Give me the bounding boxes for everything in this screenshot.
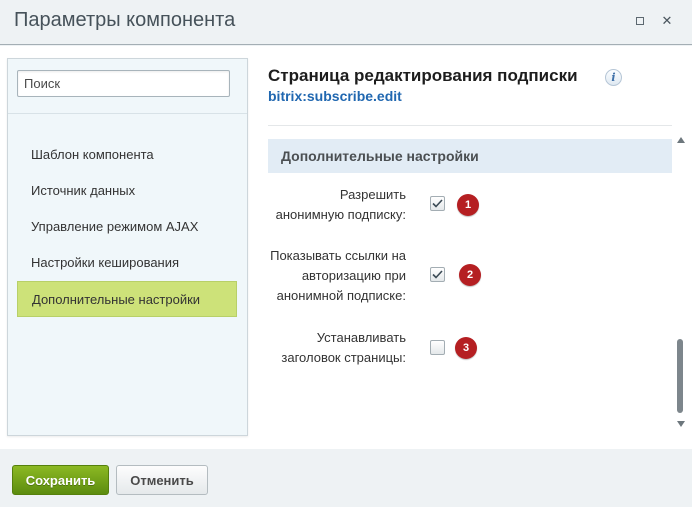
component-title: Страница редактирования подписки xyxy=(268,66,578,85)
search-input[interactable] xyxy=(17,70,230,97)
close-button[interactable]: ✕ xyxy=(658,12,676,30)
header-divider xyxy=(268,125,672,126)
option-label-line: анонимной подписке: xyxy=(276,288,406,303)
sidebar-item-cache-settings[interactable]: Настройки кеширования xyxy=(17,245,237,281)
sidebar-item-additional-settings[interactable]: Дополнительные настройки xyxy=(17,281,237,317)
option-auth-links-checkbox[interactable] xyxy=(430,267,445,282)
sidebar-item-data-source[interactable]: Источник данных xyxy=(17,173,237,209)
option-page-title-label: Устанавливать заголовок страницы: xyxy=(281,328,406,368)
dialog-title: Параметры компонента xyxy=(14,9,236,31)
close-icon: ✕ xyxy=(661,13,673,29)
option-label-line: анонимную подписку: xyxy=(275,207,406,222)
sidebar-nav: Шаблон компонента Источник данных Управл… xyxy=(17,137,237,317)
option-label-line: Разрешить xyxy=(339,187,406,202)
option-anonymous-subscription-label: Разрешить анонимную подписку: xyxy=(276,185,406,225)
checkmark-icon xyxy=(432,199,443,208)
sidebar: Шаблон компонента Источник данных Управл… xyxy=(7,58,248,436)
option-label-line: авторизацию при xyxy=(301,268,406,283)
option-anonymous-subscription-checkbox[interactable] xyxy=(430,196,445,211)
option-label-line: Устанавливать xyxy=(316,330,406,345)
component-parameters-dialog: Параметры компонента ✕ Шаблон компонента… xyxy=(0,0,692,507)
component-id: bitrix:subscribe.edit xyxy=(268,88,402,104)
sidebar-item-ajax-mode[interactable]: Управление режимом AJAX xyxy=(17,209,237,245)
option-badge: 3 xyxy=(455,337,477,359)
option-label-line: заголовок страницы: xyxy=(281,350,406,365)
scroll-down-icon[interactable] xyxy=(675,418,687,430)
save-button[interactable]: Сохранить xyxy=(12,465,109,495)
option-badge: 1 xyxy=(457,194,479,216)
sidebar-divider xyxy=(8,113,247,114)
option-label-line: Показывать ссылки на xyxy=(270,248,406,263)
maximize-icon xyxy=(636,17,644,25)
sidebar-item-template[interactable]: Шаблон компонента xyxy=(17,137,237,173)
scrollbar-thumb[interactable] xyxy=(677,339,683,413)
option-auth-links-label: Показывать ссылки на авторизацию при ано… xyxy=(270,246,406,306)
title-bar: Параметры компонента ✕ xyxy=(0,0,692,45)
section-header: Дополнительные настройки xyxy=(268,139,672,173)
option-page-title-checkbox[interactable] xyxy=(430,340,445,355)
scroll-up-icon[interactable] xyxy=(675,134,687,146)
info-icon[interactable]: i xyxy=(605,69,622,86)
checkmark-icon xyxy=(432,270,443,279)
option-badge: 2 xyxy=(459,264,481,286)
dialog-footer: Сохранить Отменить xyxy=(0,449,692,507)
maximize-button[interactable] xyxy=(631,12,649,30)
dialog-body: Шаблон компонента Источник данных Управл… xyxy=(0,46,692,449)
cancel-button[interactable]: Отменить xyxy=(116,465,208,495)
main-panel: Страница редактирования подписки i bitri… xyxy=(268,46,692,449)
